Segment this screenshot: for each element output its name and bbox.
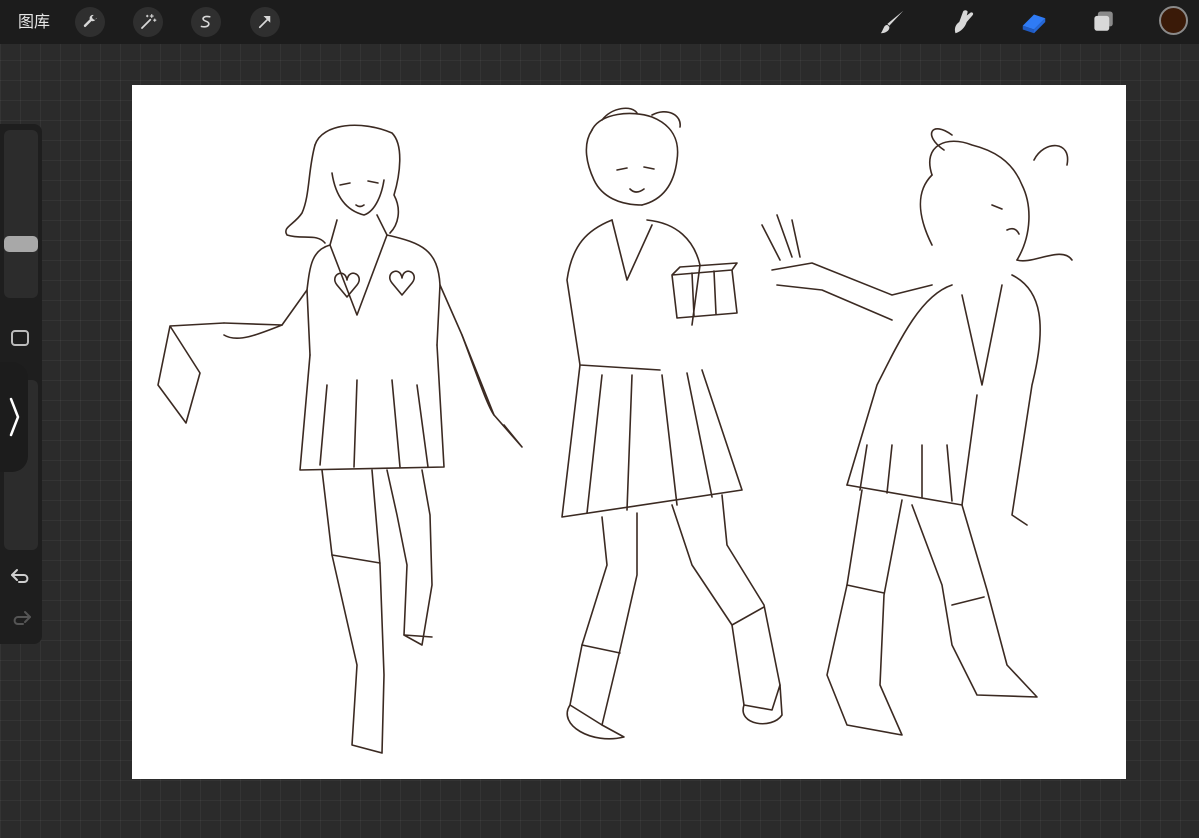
figure-middle [561,107,783,740]
transform-button[interactable] [250,7,280,37]
smudge-button[interactable] [947,6,979,38]
brush-button[interactable] [877,6,909,38]
eraser-button[interactable] [1018,6,1050,38]
brush-icon [880,10,904,34]
top-toolbar: 图库 [0,0,1199,44]
redo-button[interactable] [9,608,33,628]
undo-button[interactable] [9,566,33,586]
selection-button[interactable] [191,7,221,37]
figure-left [157,124,523,754]
redo-icon [13,611,31,625]
modify-button[interactable] [11,330,29,346]
wrench-icon [83,14,97,28]
brush-size-slider[interactable] [4,130,38,298]
gallery-button[interactable]: 图库 [18,11,50,33]
figure-right [761,128,1073,736]
smudge-icon [954,10,974,34]
undo-icon [11,569,29,583]
sketch-artwork [157,107,1073,754]
selection-s-icon [200,15,211,28]
chevron-right-icon [9,397,20,437]
color-swatch[interactable] [1159,6,1188,35]
arrow-cursor-icon [258,16,271,29]
actions-button[interactable] [75,7,105,37]
brush-size-thumb[interactable] [4,236,38,252]
drawing-canvas[interactable] [132,85,1126,779]
eraser-icon [1022,14,1046,34]
layers-button[interactable] [1088,6,1120,38]
magic-wand-icon [141,13,157,29]
adjustments-button[interactable] [133,7,163,37]
sidebar-collapse-tab[interactable] [0,362,28,472]
layers-icon [1094,11,1113,31]
